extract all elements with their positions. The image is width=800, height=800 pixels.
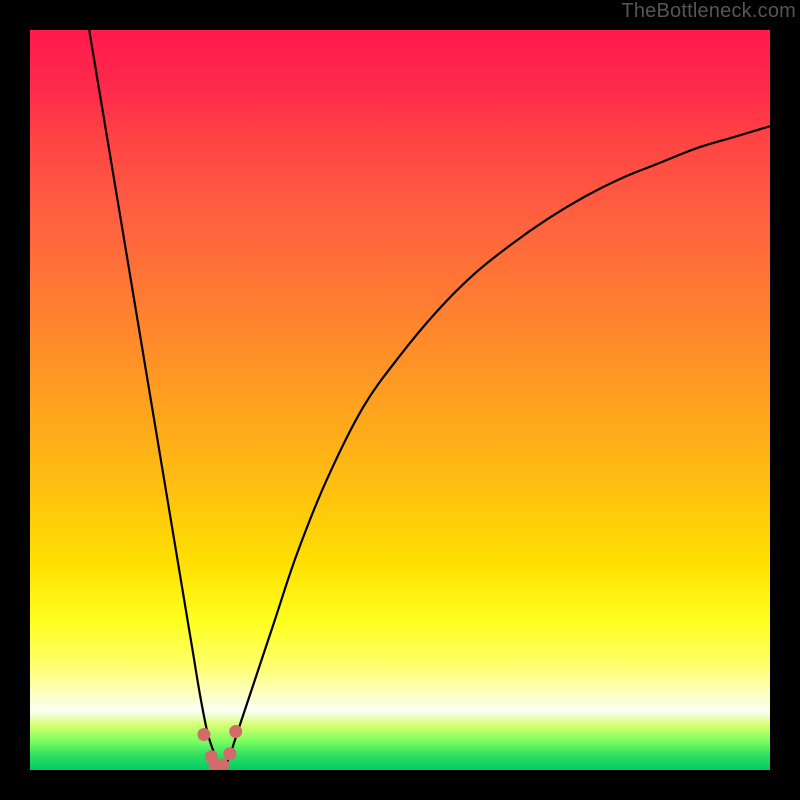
bottleneck-curve	[89, 30, 770, 770]
curve-layer	[30, 30, 770, 770]
valley-dot	[197, 728, 210, 741]
chart-frame: TheBottleneck.com	[0, 0, 800, 800]
valley-dot	[223, 747, 236, 760]
watermark-text: TheBottleneck.com	[621, 0, 796, 23]
valley-markers	[197, 725, 242, 770]
plot-area	[30, 30, 770, 770]
valley-dot	[229, 725, 242, 738]
